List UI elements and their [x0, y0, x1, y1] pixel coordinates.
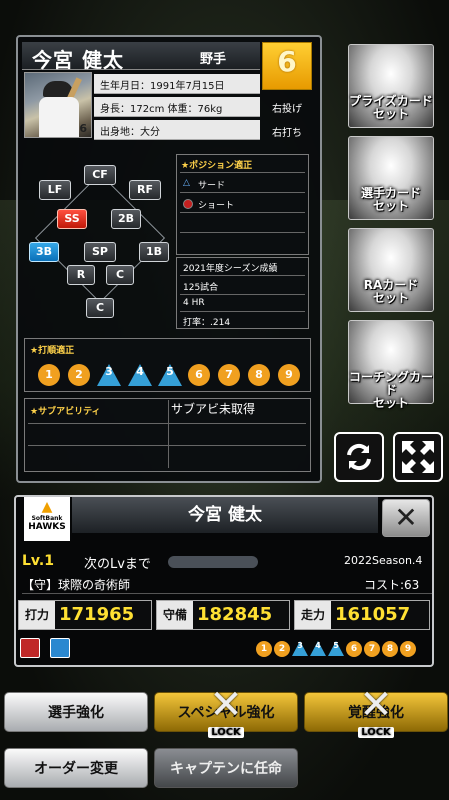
- stat-speed: 走力 161057: [294, 600, 430, 630]
- cost: コスト:63: [364, 578, 420, 592]
- position-2b: 2B: [111, 209, 141, 229]
- player-photo: 6: [24, 72, 92, 138]
- skill-badge-icon: [50, 638, 70, 658]
- position-c-2: C: [86, 298, 114, 318]
- order-change-button[interactable]: オーダー変更: [4, 748, 148, 788]
- position-c: C: [106, 265, 134, 285]
- order-1: 1: [38, 364, 60, 386]
- team-badge-icon: [20, 638, 40, 658]
- hawk-icon: ▲: [41, 499, 53, 515]
- order-5: 5: [158, 364, 182, 386]
- player-enhance-button[interactable]: 選手強化: [4, 692, 148, 732]
- player-type: 野手: [200, 52, 227, 67]
- stat-batting: 打力 171965: [18, 600, 152, 630]
- position-panel-title: ★ポジション適正: [181, 161, 253, 171]
- coaching-card-set-button[interactable]: コーチングカード セット: [348, 320, 434, 410]
- detail-order-2: 2: [274, 641, 290, 657]
- detail-order-9: 9: [400, 641, 416, 657]
- bat-hand: 右打ち: [272, 128, 302, 139]
- detail-order-3: 3: [292, 641, 308, 656]
- order-8: 8: [248, 364, 270, 386]
- position-rf: RF: [129, 180, 161, 200]
- next-level-label: 次のLvまで: [84, 557, 151, 572]
- expand-button[interactable]: [393, 432, 443, 482]
- lock-icon-2: ✕ LOCK: [358, 682, 394, 738]
- stat-defense: 守備 182845: [156, 600, 290, 630]
- detail-order-4: 4: [310, 641, 326, 656]
- birthplace: 出身地：大分: [94, 120, 260, 140]
- team-logo: ▲ SoftBank HAWKS: [24, 497, 70, 541]
- height-weight: 身長：172cm 体重：76kg: [94, 97, 260, 117]
- detail-order-7: 7: [364, 641, 380, 657]
- sub-ability-status: サブアビ未取得: [171, 402, 256, 416]
- order-4: 4: [128, 364, 152, 386]
- refresh-button[interactable]: [334, 432, 384, 482]
- photo-number: 6: [79, 122, 87, 135]
- position-ss: SS: [57, 209, 87, 229]
- order-2: 2: [68, 364, 90, 386]
- refresh-icon: [347, 443, 371, 471]
- appoint-captain-button[interactable]: キャプテンに任命: [154, 748, 298, 788]
- player-number: 6: [277, 45, 297, 78]
- birth-date: 生年月日：1991年7月15日: [94, 74, 260, 94]
- detail-order-6: 6: [346, 641, 362, 657]
- position-3b: 3B: [29, 242, 59, 262]
- player-name: 今宮 健太: [32, 48, 124, 72]
- ra-card-set-button[interactable]: RAカード セット: [348, 228, 434, 312]
- position-lf: LF: [39, 180, 71, 200]
- season-tag: 2022Season.4: [344, 554, 423, 567]
- position-cf: CF: [84, 165, 116, 185]
- circle-icon: [183, 199, 193, 209]
- position-item-short: ショート: [198, 201, 235, 211]
- lock-icon: ✕ LOCK: [208, 682, 244, 738]
- detail-order-1: 1: [256, 641, 272, 657]
- detail-order-8: 8: [382, 641, 398, 657]
- detail-name: 今宮 健太: [72, 497, 378, 533]
- order-9: 9: [278, 364, 300, 386]
- order-6: 6: [188, 364, 210, 386]
- position-sp: SP: [84, 242, 116, 262]
- order-3: 3: [97, 364, 121, 386]
- triangle-icon: △: [183, 178, 190, 188]
- expand-icon: [402, 441, 434, 473]
- prize-card-set-button[interactable]: プライズカード セット: [348, 44, 434, 128]
- level: Lv.1: [22, 553, 54, 569]
- order-7: 7: [218, 364, 240, 386]
- close-button[interactable]: ✕: [382, 499, 430, 537]
- skill-name: 【守】球際の奇術師: [22, 578, 131, 592]
- season-hr: 4 HR: [183, 298, 205, 308]
- season-games: 125試合: [183, 283, 219, 293]
- player-card-set-button[interactable]: 選手カード セット: [348, 136, 434, 220]
- sub-ability-title: ★サブアビリティ: [30, 407, 101, 417]
- exp-bar: [168, 556, 258, 568]
- season-title: 2021年度シーズン成績: [183, 264, 278, 274]
- throw-hand: 右投げ: [272, 104, 302, 115]
- position-1b: 1B: [139, 242, 169, 262]
- detail-order-5: 5: [328, 641, 344, 656]
- position-item-third: サード: [198, 181, 226, 191]
- batting-order-title: ★打順適正: [30, 346, 75, 356]
- season-avg: 打率：.214: [183, 318, 231, 328]
- position-r: R: [67, 265, 95, 285]
